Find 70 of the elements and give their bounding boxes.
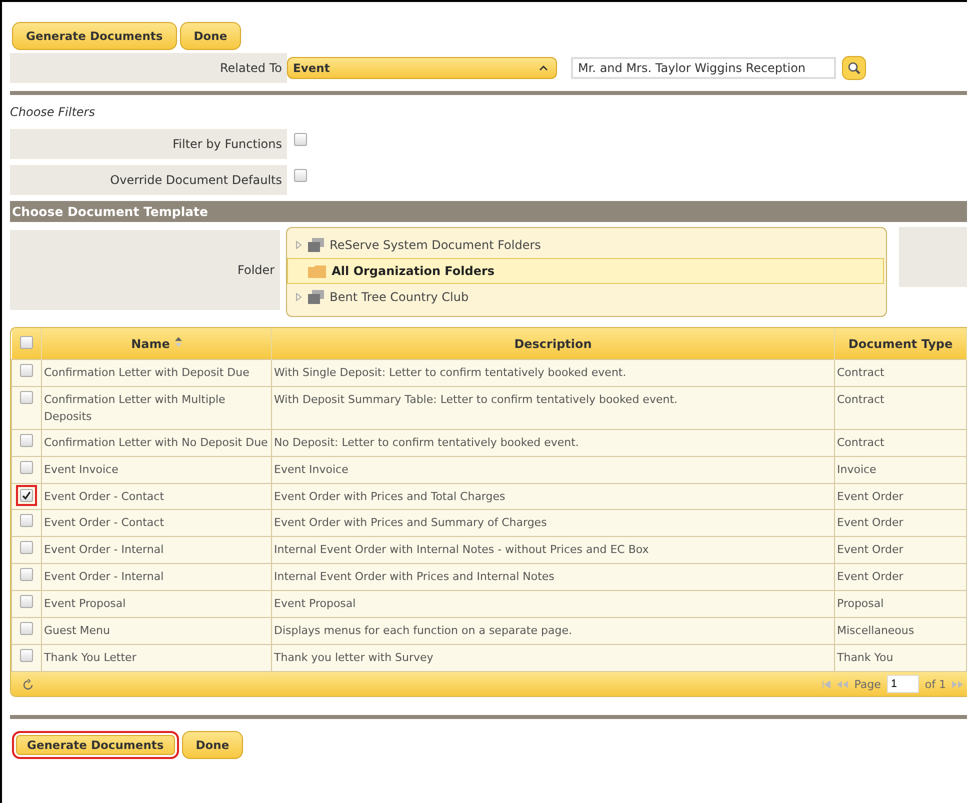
- page-input[interactable]: 1: [886, 675, 919, 693]
- folder-item[interactable]: ReServe System Document Folders: [286, 232, 886, 258]
- table-cell: Proposal: [834, 590, 966, 618]
- table-cell: Event Order - Contact: [42, 510, 272, 536]
- table-cell: Event Order with Prices and Summary of Charges: [272, 510, 834, 536]
- table-cell: With Single Deposit: Letter to confirm tentatively booked event.: [272, 360, 834, 386]
- table-cell: Confirmation Letter with No Deposit Due: [42, 430, 272, 456]
- table-cell: Event Order: [834, 564, 966, 590]
- check-icon: [22, 491, 31, 500]
- checkbox[interactable]: [294, 169, 307, 182]
- side-panel: [898, 227, 967, 287]
- toolbar-button[interactable]: Generate Documents: [12, 22, 177, 50]
- search-field[interactable]: Mr. and Mrs. Taylor Wiggins Reception: [571, 57, 836, 79]
- section-header: Choose Document Template: [10, 201, 967, 222]
- section-title: Choose Filters: [10, 105, 96, 119]
- table-cell: Confirmation Letter with Deposit Due: [42, 360, 272, 386]
- table-cell: Internal Event Order with Prices and Internal Notes: [272, 564, 834, 590]
- table-cell: Invoice: [834, 456, 966, 484]
- table-cell: Displays menus for each function on a separate page.: [272, 618, 834, 644]
- table-cell: Guest Menu: [42, 618, 272, 644]
- folder-icon: [308, 264, 326, 278]
- column-header[interactable]: Document Type: [834, 328, 966, 360]
- folder-item[interactable]: All Organization Folders: [286, 258, 884, 284]
- table-cell: Event Order with Prices and Total Charges: [272, 484, 834, 510]
- search-icon: [847, 61, 861, 75]
- select-all-checkbox[interactable]: [20, 336, 33, 348]
- field-label: Related To: [10, 53, 287, 83]
- table-cell: Confirmation Letter with Multiple Deposits: [42, 386, 272, 430]
- next-page-icon[interactable]: [952, 680, 963, 688]
- field-label: Filter by Functions: [10, 129, 287, 159]
- toolbar-button[interactable]: Done: [180, 22, 242, 50]
- table-cell: Contract: [834, 430, 966, 456]
- page-count: of 1: [924, 678, 946, 690]
- column-header[interactable]: Name: [42, 328, 272, 360]
- table-cell: Thank you letter with Survey: [272, 644, 834, 672]
- folder-stack-icon: [308, 290, 324, 304]
- toolbar-button[interactable]: Done: [182, 731, 244, 759]
- table-cell: Miscellaneous: [834, 618, 966, 644]
- table-cell: Event Order - Internal: [42, 536, 272, 564]
- table-cell: Contract: [834, 386, 966, 430]
- table-cell: No Deposit: Letter to confirm tentatively booked event.: [272, 430, 834, 456]
- lookup-button[interactable]: [842, 56, 866, 80]
- table-cell: Event Order: [834, 484, 966, 510]
- related-to-dropdown[interactable]: Event: [287, 57, 557, 79]
- page-label: Page: [854, 678, 881, 690]
- table-cell: Contract: [834, 360, 966, 386]
- refresh-icon[interactable]: [23, 678, 33, 690]
- table-cell: Event Invoice: [272, 456, 834, 484]
- folder-item[interactable]: Bent Tree Country Club: [286, 284, 886, 310]
- toolbar-button[interactable]: Generate Documents: [12, 731, 179, 759]
- table-cell: Event Proposal: [42, 590, 272, 618]
- caret-icon: [539, 65, 548, 71]
- folder-stack-icon: [308, 238, 324, 252]
- table-cell: Internal Event Order with Internal Notes - without Prices and EC Box: [272, 536, 834, 564]
- row-checkbox[interactable]: [16, 485, 37, 506]
- previous-page-icon[interactable]: [837, 680, 848, 688]
- table-cell: Thank You: [834, 644, 966, 672]
- field-label: Folder: [10, 230, 280, 310]
- field-label: Override Document Defaults: [10, 165, 287, 195]
- table-cell: Thank You Letter: [42, 644, 272, 672]
- table-cell: Event Proposal: [272, 590, 834, 618]
- table-cell: Event Order - Contact: [42, 484, 272, 510]
- table-cell: Event Invoice: [42, 456, 272, 484]
- column-header[interactable]: Description: [272, 328, 834, 360]
- table-cell: Event Order - Internal: [42, 564, 272, 590]
- first-page-icon[interactable]: [822, 680, 832, 688]
- checkbox[interactable]: [294, 133, 307, 146]
- table-cell: Event Order: [834, 510, 966, 536]
- table-cell: Event Order: [834, 536, 966, 564]
- table-cell: With Deposit Summary Table: Letter to confirm tentatively booked event.: [272, 386, 834, 430]
